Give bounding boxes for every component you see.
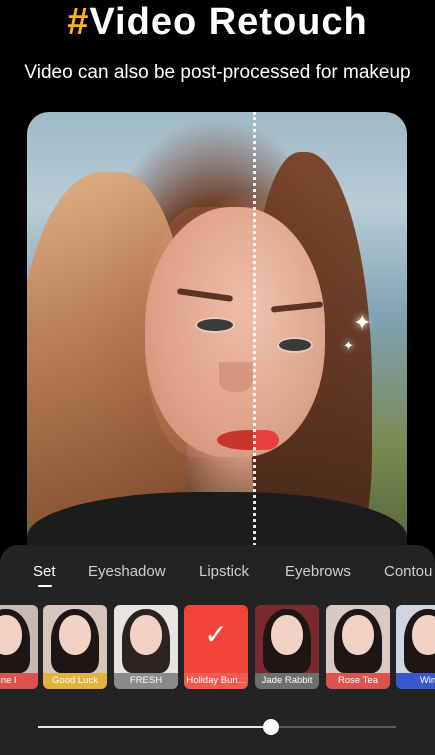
sparkle-icon: ✦ <box>353 310 372 335</box>
tab-lipstick[interactable]: Lipstick <box>199 563 249 580</box>
preset-item[interactable]: Good Luck <box>43 605 107 689</box>
right-eye <box>277 337 313 353</box>
preset-thumbnail <box>0 605 38 673</box>
preset-label: Jade Rabbit <box>255 673 319 689</box>
preset-label: Good Luck <box>43 673 107 689</box>
lips-retouched <box>253 430 279 450</box>
preset-thumbnail <box>114 605 178 673</box>
tab-eyebrows[interactable]: Eyebrows <box>285 563 351 580</box>
before-after-photo[interactable]: ✦ ✦ <box>27 112 407 582</box>
preset-thumbnail <box>396 605 435 673</box>
preset-item-selected[interactable]: ✓ Holiday Bun... <box>184 605 248 689</box>
slider-fill <box>38 726 271 728</box>
preset-label: Win <box>396 673 435 689</box>
compare-divider[interactable] <box>253 112 256 582</box>
tab-eyeshadow[interactable]: Eyeshadow <box>88 563 166 580</box>
intensity-slider[interactable] <box>38 719 396 735</box>
headline: #Video Retouch <box>0 0 435 44</box>
sparkle-icon: ✦ <box>343 338 354 353</box>
preset-label: FRESH <box>114 673 178 689</box>
preset-label: Rose Tea <box>326 673 390 689</box>
preset-thumbnail <box>255 605 319 673</box>
preset-thumbnail: ✓ <box>184 605 248 673</box>
nose <box>219 362 253 392</box>
preset-item[interactable]: FRESH <box>114 605 178 689</box>
preset-thumbnail <box>326 605 390 673</box>
preset-list: une I Good Luck FRESH ✓ Holiday Bun... J… <box>0 605 435 690</box>
headline-title: Video Retouch <box>89 1 368 43</box>
subheadline: Video can also be post-processed for mak… <box>24 62 411 83</box>
preset-item[interactable]: Jade Rabbit <box>255 605 319 689</box>
makeup-side <box>145 207 253 457</box>
preset-item[interactable]: Win <box>396 605 435 689</box>
makeup-panel: Set Eyeshadow Lipstick Eyebrows Contou u… <box>0 545 435 755</box>
tab-set[interactable]: Set <box>33 563 56 580</box>
check-icon: ✓ <box>204 619 228 650</box>
headline-hash: # <box>67 1 90 43</box>
active-tab-indicator <box>38 585 52 587</box>
preset-label: une I <box>0 673 38 689</box>
preset-thumbnail <box>43 605 107 673</box>
left-eye <box>195 317 235 333</box>
makeup-tabs: Set Eyeshadow Lipstick Eyebrows Contou <box>0 563 435 587</box>
tab-contour[interactable]: Contou <box>384 563 432 580</box>
preset-label: Holiday Bun... <box>184 673 248 689</box>
slider-knob[interactable] <box>263 719 279 735</box>
preset-item[interactable]: une I <box>0 605 38 689</box>
preset-item[interactable]: Rose Tea <box>326 605 390 689</box>
